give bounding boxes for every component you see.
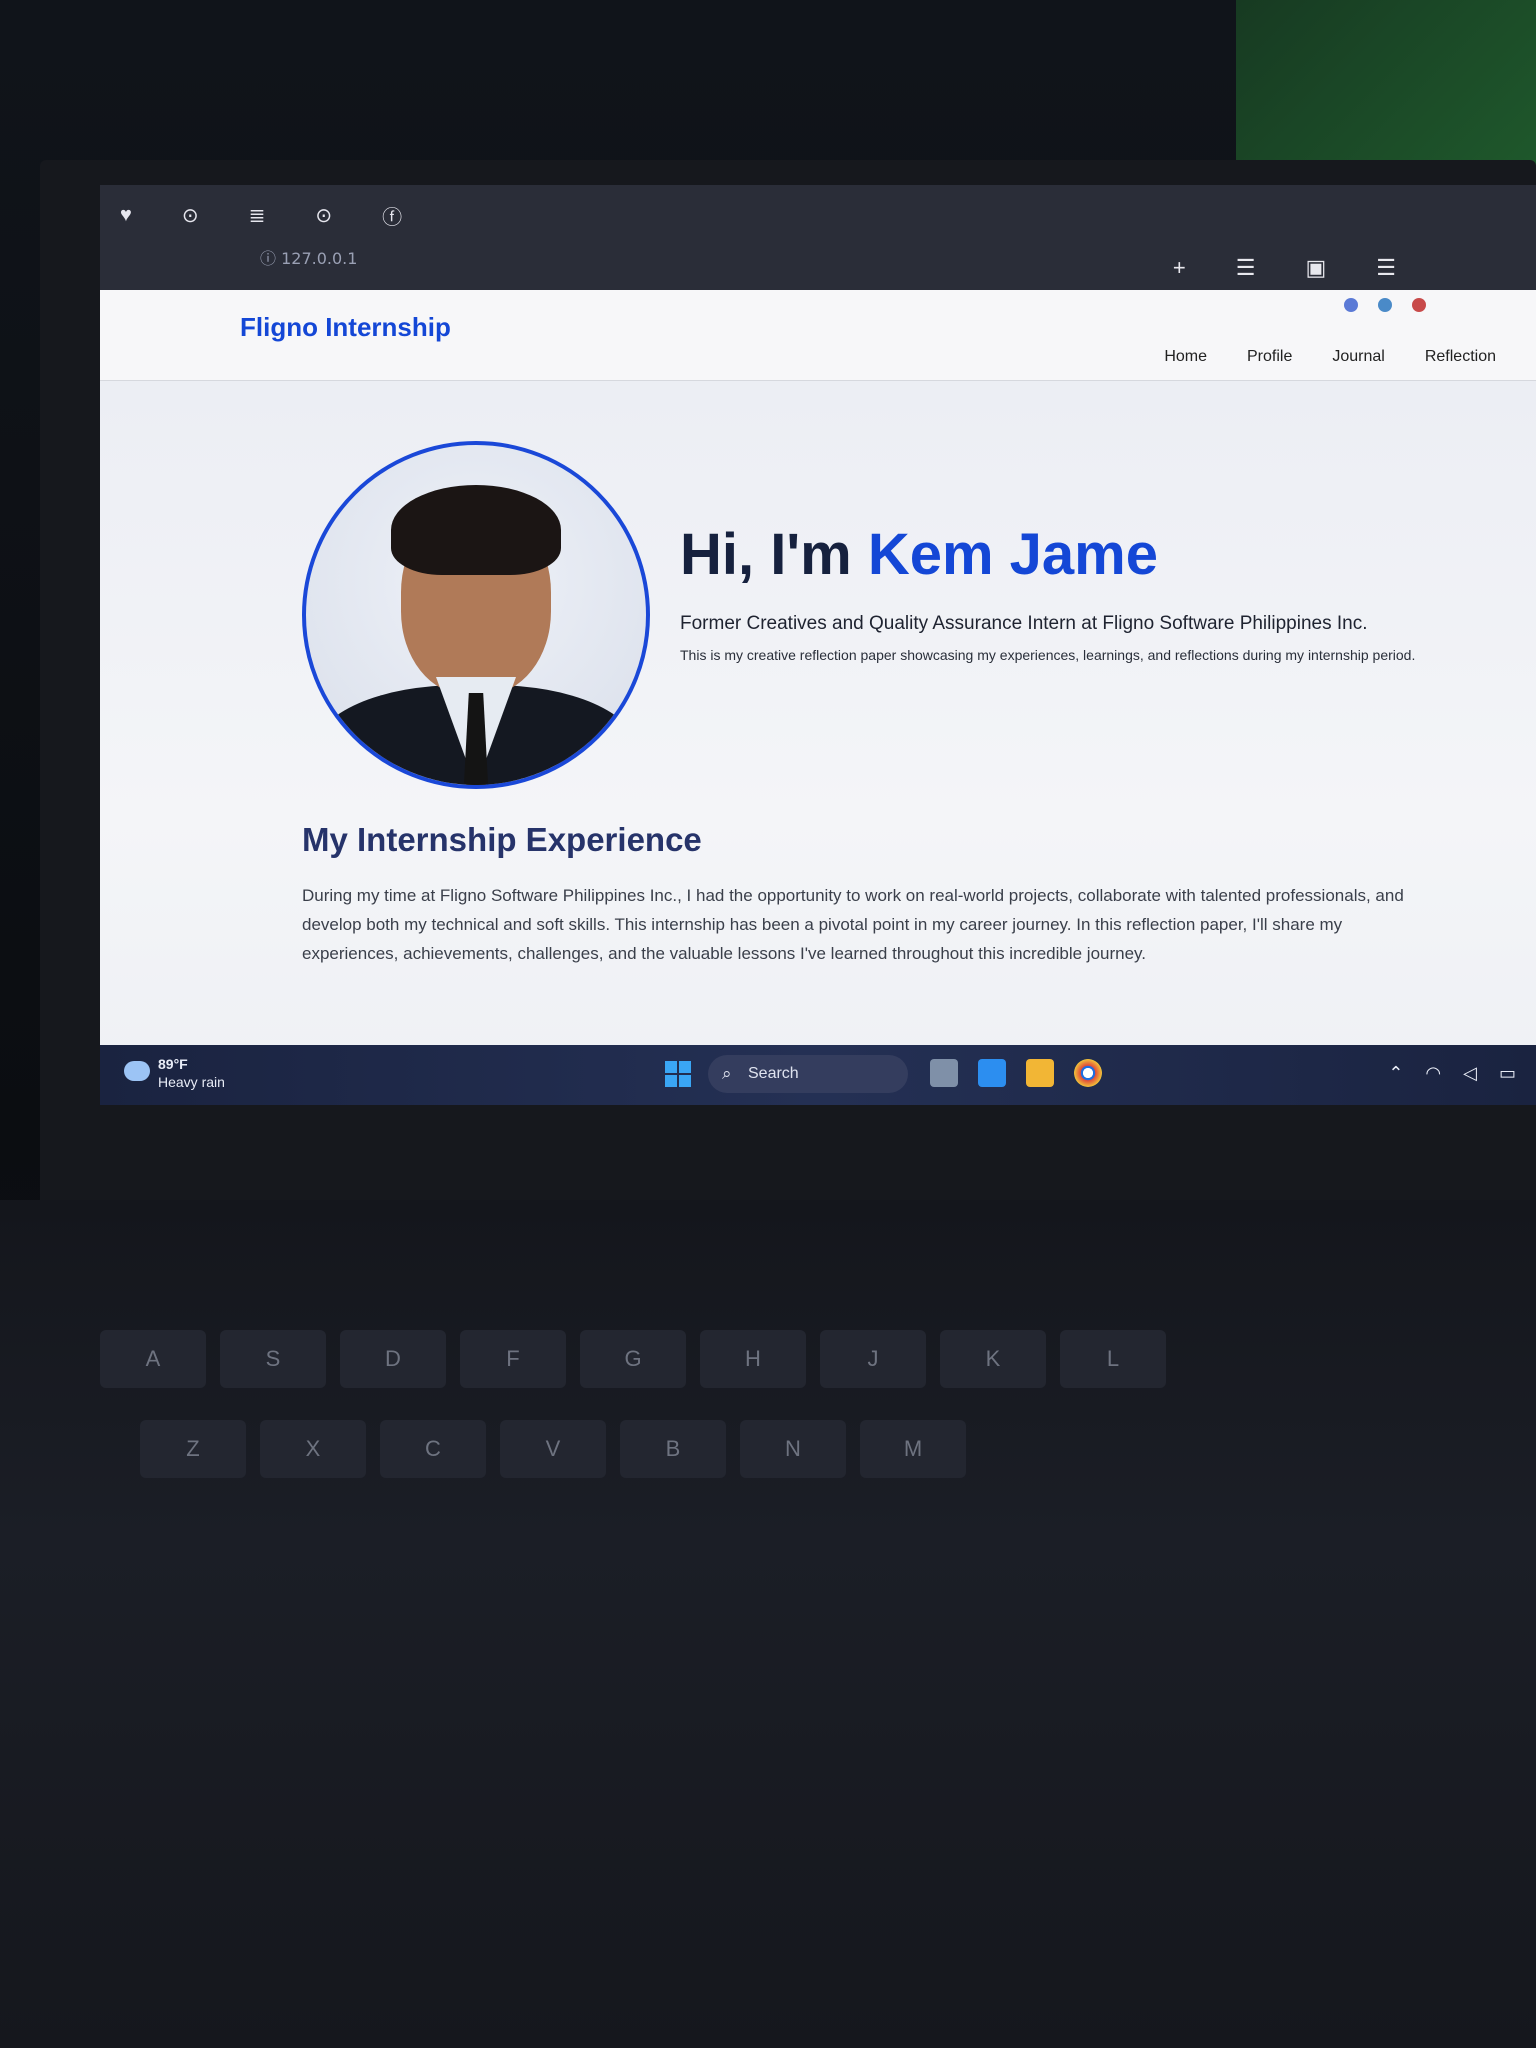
key[interactable]: L (1060, 1330, 1166, 1388)
nav-links: Home Profile Journal Reflection (1164, 348, 1496, 366)
menu-icon[interactable]: ☰ (1236, 255, 1256, 281)
profile-photo (302, 441, 650, 789)
hero-description: This is my creative reflection paper sho… (680, 647, 1416, 663)
laptop-screen: ♥ ⊙ ≣ ⊙ ⓕ ⓘ 127.0.0.1 + ☰ ▣ ☰ Fligno Int… (100, 185, 1536, 1105)
key[interactable]: S (220, 1330, 326, 1388)
nav-home[interactable]: Home (1164, 348, 1207, 366)
extension-icon[interactable] (1378, 298, 1392, 312)
key[interactable]: Z (140, 1420, 246, 1478)
volume-icon[interactable]: ◁ (1463, 1063, 1477, 1084)
search-icon: ⌕ (722, 1064, 732, 1083)
weather-condition: Heavy rain (158, 1074, 225, 1090)
key[interactable]: C (380, 1420, 486, 1478)
vscode-icon[interactable] (978, 1059, 1006, 1087)
key[interactable]: M (860, 1420, 966, 1478)
reader-icon[interactable]: ▣ (1305, 255, 1326, 281)
hero-name: Kem Jame (867, 522, 1159, 587)
address-text: 127.0.0.1 (281, 249, 358, 268)
system-tray: ⌃ ◠ ◁ ▭ (1388, 1063, 1516, 1084)
key[interactable]: G (580, 1330, 686, 1388)
browser-tabs: ♥ ⊙ ≣ ⊙ ⓕ (120, 195, 402, 235)
nav-journal[interactable]: Journal (1332, 348, 1384, 366)
keyboard-row-bottom: Z X C V B N M (140, 1420, 966, 1478)
weather-widget[interactable]: 89°F Heavy rain (124, 1055, 225, 1091)
site-brand[interactable]: Fligno Internship (240, 312, 451, 343)
docs-icon[interactable]: ≣ (249, 203, 266, 228)
photo-hair (391, 485, 561, 575)
experience-heading: My Internship Experience (302, 821, 702, 858)
search-label: Search (748, 1065, 799, 1082)
key[interactable]: D (340, 1330, 446, 1388)
nav-reflection[interactable]: Reflection (1425, 348, 1496, 366)
key[interactable]: V (500, 1420, 606, 1478)
windows-taskbar: 89°F Heavy rain ⌕ Search ⌃ ◠ ◁ ▭ (100, 1045, 1536, 1105)
key[interactable]: K (940, 1330, 1046, 1388)
sidebar-icon[interactable]: ☰ (1376, 255, 1396, 281)
chrome-icon[interactable] (1074, 1059, 1102, 1087)
key[interactable]: N (740, 1420, 846, 1478)
browser-toolbar: + ☰ ▣ ☰ (1173, 255, 1396, 281)
taskbar-search[interactable]: ⌕ Search (708, 1055, 908, 1093)
nav-profile[interactable]: Profile (1247, 348, 1292, 366)
key[interactable]: A (100, 1330, 206, 1388)
cloud-rain-icon (124, 1061, 150, 1081)
keyboard: A S D F G H J K L Z X C V B N M (0, 1310, 1536, 1830)
windows-start-icon[interactable] (665, 1061, 691, 1087)
hero-greeting: Hi, I'm (680, 522, 852, 587)
extension-icon[interactable] (1344, 298, 1358, 312)
page-content: Hi, I'm Kem Jame Former Creatives and Qu… (100, 381, 1536, 1105)
keyboard-row-home: A S D F G H J K L (100, 1330, 1166, 1388)
laptop-deck: A S D F G H J K L Z X C V B N M (0, 1200, 1536, 2048)
folder-icon[interactable] (1026, 1059, 1054, 1087)
key[interactable]: J (820, 1330, 926, 1388)
browser-chrome: ♥ ⊙ ≣ ⊙ ⓕ ⓘ 127.0.0.1 + ☰ ▣ ☰ (100, 185, 1536, 290)
tab-icon[interactable]: ⊙ (182, 203, 199, 228)
key[interactable]: F (460, 1330, 566, 1388)
address-bar[interactable]: ⓘ 127.0.0.1 (260, 245, 357, 269)
chevron-up-icon[interactable]: ⌃ (1388, 1063, 1403, 1084)
wifi-icon[interactable]: ◠ (1425, 1063, 1441, 1084)
key[interactable]: X (260, 1420, 366, 1478)
extension-icon[interactable] (1412, 298, 1426, 312)
hero-subtitle: Former Creatives and Quality Assurance I… (680, 613, 1368, 634)
extension-icons (1344, 298, 1426, 312)
site-navbar: Fligno Internship Home Profile Journal R… (100, 290, 1536, 381)
battery-icon[interactable]: ▭ (1499, 1063, 1516, 1084)
tab-icon[interactable]: ⊙ (315, 203, 332, 228)
heart-icon[interactable]: ♥ (120, 204, 132, 227)
weather-temperature: 89°F (158, 1056, 188, 1072)
file-explorer-icon[interactable] (930, 1059, 958, 1087)
experience-body: During my time at Fligno Software Philip… (302, 886, 1404, 963)
facebook-icon[interactable]: ⓕ (382, 201, 402, 230)
hero-heading: Hi, I'm Kem Jame (680, 521, 1158, 588)
taskbar-apps (930, 1059, 1102, 1087)
key[interactable]: B (620, 1420, 726, 1478)
new-tab-icon[interactable]: + (1173, 255, 1186, 281)
key[interactable]: H (700, 1330, 806, 1388)
